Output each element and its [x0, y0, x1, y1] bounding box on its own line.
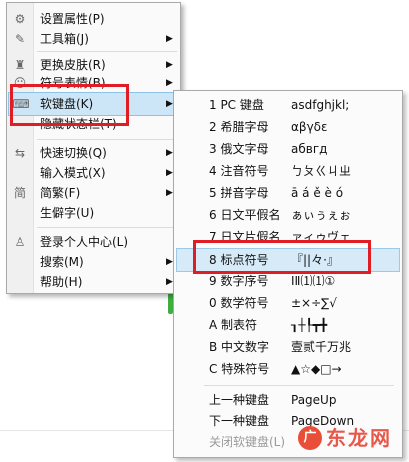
keyboard-option-label: 1 PC 键盘	[209, 98, 264, 112]
keyboard-option-preview: ±×÷∑√	[291, 296, 337, 310]
keyboard-option-label: 关闭软键盘(L)	[209, 435, 286, 449]
keyboard-option-label: A 制表符	[209, 318, 258, 332]
keyboard-option-label: 下一种键盘	[209, 414, 270, 428]
keyboard-option-shortcut: PageUp	[291, 393, 337, 407]
menu-item-change-skin[interactable]: ♜ 更换皮肤(R) ▶	[8, 55, 180, 75]
menu-item-help[interactable]: 帮助(H) ▶	[8, 272, 180, 292]
user-icon: ♙	[14, 235, 26, 249]
menu-item-login[interactable]: ♙ 登录个人中心(L)	[8, 232, 180, 252]
submenu-arrow-icon: ▶	[166, 148, 173, 158]
keyboard-option-label: 9 数字序号	[209, 274, 269, 288]
keyboard-option-label: 3 俄文字母	[209, 142, 269, 156]
keyboard-option-preview: ▲☆◆□→	[291, 362, 342, 376]
keyboard-option-label: C 特殊符号	[209, 362, 270, 376]
keyboard-option-label: 2 希腊字母	[209, 120, 269, 134]
keyboard-option-previous[interactable]: 上一种键盘 PageUp	[176, 390, 400, 412]
menu-item-input-mode[interactable]: 输入模式(X) ▶	[8, 163, 180, 183]
keyboard-option-preview: ぁぃぅぇぉ	[291, 208, 352, 222]
soft-keyboard-submenu: 1 PC 键盘 asdfghjkl; 2 希腊字母 αβγδε 3 俄文字母 а…	[173, 90, 403, 458]
submenu-arrow-icon: ▶	[166, 277, 173, 287]
keyboard-option-label: 4 注音符号	[209, 164, 269, 178]
menu-separator	[204, 385, 394, 386]
keyboard-option-greek[interactable]: 2 希腊字母 αβγδε	[176, 117, 400, 139]
keyboard-option-chinese-numerals[interactable]: B 中文数字 壹贰千万兆	[176, 337, 400, 359]
keyboard-option-preview: 壹贰千万兆	[291, 340, 352, 354]
menu-item-label: 搜索(M)	[40, 255, 84, 269]
gear-icon: ⚙	[14, 12, 26, 26]
submenu-arrow-icon: ▶	[166, 78, 173, 88]
menu-item-label: 登录个人中心(L)	[40, 235, 129, 249]
watermark-text: 东龙网	[326, 426, 392, 450]
menu-item-settings[interactable]: ⚙ 设置属性(P)	[8, 9, 180, 29]
menu-separator	[37, 139, 177, 140]
wrench-icon: ✎	[14, 32, 26, 46]
keyboard-option-number-sequence[interactable]: 9 数字序号 ⅠⅡ⑴⑴①	[176, 271, 400, 293]
annotation-highlight-soft-keyboard	[10, 84, 129, 126]
keyboard-option-pc[interactable]: 1 PC 键盘 asdfghjkl;	[176, 95, 400, 117]
shirt-icon: ♜	[14, 58, 26, 72]
keyboard-option-preview: asdfghjkl;	[291, 98, 350, 112]
submenu-arrow-icon: ▶	[166, 188, 173, 198]
keyboard-option-preview: ┒┼┞┳╋	[291, 318, 328, 332]
keyboard-option-zhuyin[interactable]: 4 注音符号 ㄅㄆㄍㄐㄓ	[176, 161, 400, 183]
submenu-arrow-icon: ▶	[166, 60, 173, 70]
submenu-arrow-icon: ▶	[166, 99, 173, 109]
simplified-traditional-icon: 简	[13, 186, 26, 200]
keyboard-option-russian[interactable]: 3 俄文字母 абвгд	[176, 139, 400, 161]
menu-item-label: 简繁(F)	[40, 186, 81, 200]
keyboard-option-preview: абвгд	[291, 142, 328, 156]
menu-item-simplified-traditional[interactable]: 简 简繁(F) ▶	[8, 183, 180, 203]
menu-item-label: 快速切换(Q)	[40, 146, 107, 160]
menu-item-label: 工具箱(J)	[40, 32, 89, 46]
menu-item-label: 帮助(H)	[40, 275, 83, 289]
keyboard-option-preview: ㄅㄆㄍㄐㄓ	[291, 164, 352, 178]
menu-item-rare-characters[interactable]: 生僻字(U)	[8, 203, 180, 223]
menu-separator	[37, 227, 177, 228]
menu-item-toolbox[interactable]: ✎ 工具箱(J) ▶	[8, 29, 180, 49]
keyboard-option-preview: ā á ě è ó	[291, 186, 344, 200]
keyboard-option-label: 6 日文平假名	[209, 208, 281, 222]
menu-item-search[interactable]: 搜索(M) ▶	[8, 252, 180, 272]
submenu-arrow-icon: ▶	[166, 168, 173, 178]
keyboard-option-special-symbols[interactable]: C 特殊符号 ▲☆◆□→	[176, 359, 400, 381]
keyboard-option-pinyin[interactable]: 5 拼音字母 ā á ě è ó	[176, 183, 400, 205]
keyboard-option-label: 5 拼音字母	[209, 186, 269, 200]
ime-context-menu: ⚙ 设置属性(P) ✎ 工具箱(J) ▶ ♜ 更换皮肤(R) ▶ ☺ 符号表情(…	[6, 2, 181, 294]
menu-separator	[37, 51, 177, 52]
keyboard-option-label: 上一种键盘	[209, 393, 270, 407]
submenu-arrow-icon: ▶	[166, 257, 173, 267]
annotation-highlight-punctuation	[193, 240, 371, 274]
keyboard-option-preview: αβγδε	[291, 120, 328, 134]
keyboard-option-math[interactable]: 0 数学符号 ±×÷∑√	[176, 293, 400, 315]
menu-item-quick-switch[interactable]: ⇆ 快速切换(Q) ▶	[8, 143, 180, 163]
keyboard-option-preview: ⅠⅡ⑴⑴①	[291, 274, 336, 288]
menu-item-label: 输入模式(X)	[40, 166, 106, 180]
menu-item-label: 更换皮肤(R)	[40, 58, 106, 72]
keyboard-option-label: B 中文数字	[209, 340, 270, 354]
watermark-logo-icon: 广	[298, 426, 322, 450]
keyboard-option-hiragana[interactable]: 6 日文平假名 ぁぃぅぇぉ	[176, 205, 400, 227]
keyboard-option-label: 0 数学符号	[209, 296, 269, 310]
submenu-arrow-icon: ▶	[166, 34, 173, 44]
switch-arrows-icon: ⇆	[14, 146, 26, 160]
menu-item-label: 设置属性(P)	[40, 12, 105, 26]
keyboard-option-box-drawing[interactable]: A 制表符 ┒┼┞┳╋	[176, 315, 400, 337]
watermark: 广 东龙网	[288, 420, 408, 460]
menu-item-label: 生僻字(U)	[40, 206, 95, 220]
